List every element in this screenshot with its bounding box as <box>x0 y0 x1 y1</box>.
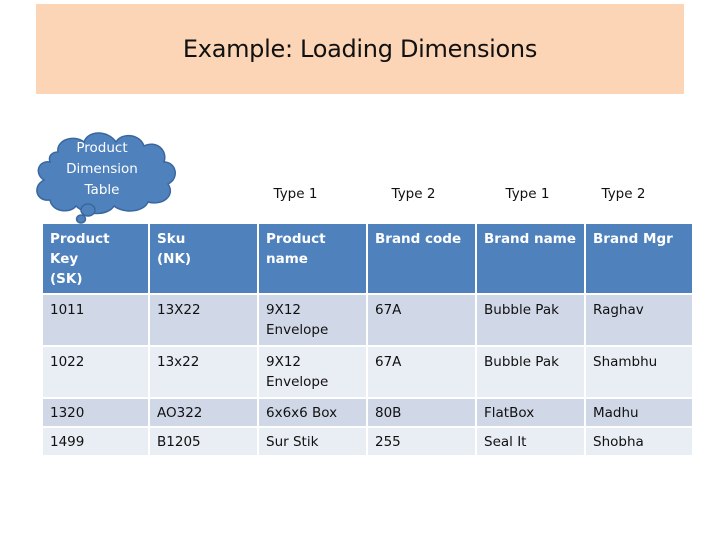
cell-brand-code: 67A <box>368 347 475 397</box>
header-product-name: Product name <box>259 224 366 293</box>
cell-product-key: 1011 <box>43 295 148 345</box>
scd-type-label-brand-code: Type 2 <box>391 186 436 202</box>
table-header-row: Product Key (SK) Sku (NK) Product name Bran… <box>43 224 692 293</box>
callout-line: Product <box>76 140 128 156</box>
header-brand-code: Brand code <box>368 224 475 293</box>
cell-sku: AO322 <box>150 399 257 426</box>
cell-brand-mgr: Raghav <box>586 295 692 345</box>
cell-product-name: 9X12 Envelope <box>259 347 366 397</box>
cell-brand-name: Bubble Pak <box>477 295 584 345</box>
table-row: 1499 B1205 Sur Stik 255 Seal It Shobha <box>43 428 692 455</box>
cell-brand-mgr: Shambhu <box>586 347 692 397</box>
product-dimension-callout: Product Dimension Table <box>28 122 188 232</box>
slide-title: Example: Loading Dimensions <box>182 35 538 63</box>
cell-brand-mgr: Madhu <box>586 399 692 426</box>
header-brand-mgr: Brand Mgr <box>586 224 692 293</box>
cell-brand-code: 67A <box>368 295 475 345</box>
cell-brand-code: 255 <box>368 428 475 455</box>
title-band: Example: Loading Dimensions <box>36 4 684 94</box>
callout-text: Product Dimension Table <box>42 138 162 201</box>
cell-sku: B1205 <box>150 428 257 455</box>
cell-product-key: 1320 <box>43 399 148 426</box>
cell-brand-code: 80B <box>368 399 475 426</box>
cell-brand-name: Seal It <box>477 428 584 455</box>
table-row: 1320 AO322 6x6x6 Box 80B FlatBox Madhu <box>43 399 692 426</box>
table-row: 1022 13x22 9X12 Envelope 67A Bubble Pak S… <box>43 347 692 397</box>
callout-line: Table <box>84 182 120 198</box>
cell-product-name: Sur Stik <box>259 428 366 455</box>
cell-sku: 13x22 <box>150 347 257 397</box>
table-row: 1011 13X22 9X12 Envelope 67A Bubble Pak R… <box>43 295 692 345</box>
header-brand-name: Brand name <box>477 224 584 293</box>
scd-type-label-brand-name: Type 1 <box>505 186 550 202</box>
cell-product-name: 9X12 Envelope <box>259 295 366 345</box>
cell-product-key: 1022 <box>43 347 148 397</box>
cell-brand-mgr: Shobha <box>586 428 692 455</box>
product-dimension-table: Product Key (SK) Sku (NK) Product name Bran… <box>41 222 694 457</box>
cell-brand-name: Bubble Pak <box>477 347 584 397</box>
scd-type-label-brand-mgr: Type 2 <box>601 186 646 202</box>
cell-brand-name: FlatBox <box>477 399 584 426</box>
cell-product-name: 6x6x6 Box <box>259 399 366 426</box>
scd-type-label-product-name: Type 1 <box>273 186 318 202</box>
callout-line: Dimension <box>66 161 138 177</box>
cell-product-key: 1499 <box>43 428 148 455</box>
header-sku: Sku (NK) <box>150 224 257 293</box>
cell-sku: 13X22 <box>150 295 257 345</box>
header-product-key: Product Key (SK) <box>43 224 148 293</box>
